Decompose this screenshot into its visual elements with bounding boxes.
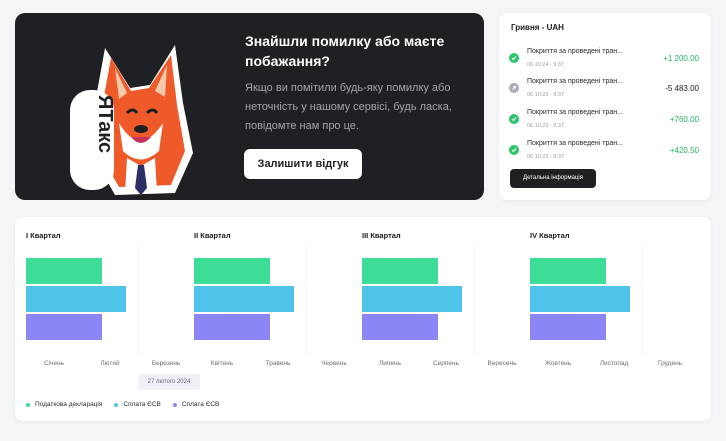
month-label: Жовтень [545,360,572,367]
month-label: Березень [152,360,181,367]
legend-label: Податкова декларація [35,401,103,408]
legend-dot [114,402,119,407]
chart-bar [530,258,606,284]
transactions-card: Гривня - UAH Покриття за проведені тран.… [499,13,711,200]
details-button[interactable]: Детальна інформація [510,169,596,188]
transaction-date: 06.10.23 - 9:37 [527,92,565,98]
month-label: Квітень [211,359,234,367]
check-icon [509,145,519,155]
month-label: Січень [44,359,65,367]
transaction-row[interactable]: Покриття за проведені тран... 06.10.24 -… [509,46,699,72]
month-label: Червень [321,360,347,367]
legend-item: Сплата ЄСВ [172,401,220,408]
chart-bar [362,286,462,312]
chart-bar [530,314,606,340]
chart-bar [26,314,102,340]
chart-bar [26,286,126,312]
date-badge: 27 лютого 2024 [138,374,200,390]
month-label: Липень [379,360,402,367]
month-label: Серпень [433,360,460,367]
quarter-title: I Квартал [26,231,61,240]
month-label: Лютий [100,359,120,367]
quarterly-chart-card: I Квартал Січень Лютий Березень II Квартал Кв… [15,217,711,421]
currency-title: Гривня - UAH [511,23,564,32]
sticker-text: ЯТакс [94,95,116,153]
quarter-title: IV Квартал [530,231,570,240]
month-label: Листопад [600,360,629,367]
leave-feedback-button[interactable]: Залишити відгук [244,149,362,179]
chart-bar [530,286,630,312]
transaction-row[interactable]: Покриття за проведені тран... 06.10.23 -… [509,107,699,133]
month-label: Грудень [658,360,683,367]
transaction-row[interactable]: Покриття за проведені тран... 06.10.23 -… [509,76,699,102]
arrow-icon [509,83,519,93]
banner-description: Якщо ви помітили будь-яку помилку або не… [245,82,452,132]
transaction-amount: +1 200.00 [663,54,699,63]
feedback-banner: ЯТакс Знайшли помилку або маєте побажанн… [15,13,484,200]
legend-item: Податкова декларація [26,401,102,408]
check-icon [509,53,519,63]
chart-bar [194,258,270,284]
chart-legend: Податкова декларація Сплата ЄСВ Сплата Є… [26,401,219,408]
chart-bar [194,314,270,340]
quarter-title: II Квартал [194,231,231,240]
transaction-name: Покриття за проведені тран... [527,78,623,85]
quarter-title: III Квартал [362,231,401,240]
transaction-name: Покриття за проведені тран... [527,109,623,116]
transaction-amount: +420.50 [669,146,699,155]
legend-label: Сплата ЄСВ [123,401,161,408]
legend-dot [172,402,177,407]
chart-bar [362,314,438,340]
legend-item: Сплата ЄСВ [114,401,161,408]
sticker-text-badge: ЯТакс [70,90,116,190]
quarterly-bar-chart: I Квартал Січень Лютий Березень II Квартал Кв… [26,231,683,367]
month-label: Вересень [487,360,517,367]
transaction-date: 06.10.23 - 9:37 [527,123,565,129]
check-icon [509,114,519,124]
chart-bar [194,286,294,312]
chart-bar [362,258,438,284]
transaction-amount: -5 483.00 [665,84,699,93]
banner-title: Знайшли помилку або маєте побажання? [245,33,445,69]
legend-label: Сплата ЄСВ [181,401,220,408]
transaction-date: 06.10.24 - 9:37 [527,62,565,68]
transaction-name: Покриття за проведені тран... [527,140,623,147]
transaction-row[interactable]: Покриття за проведені тран... 06.10.23 -… [509,138,699,164]
transaction-amount: +760.00 [669,115,699,124]
chart-bar [26,258,102,284]
month-label: Травень [266,360,291,367]
transaction-name: Покриття за проведені тран... [527,48,623,55]
legend-dot [26,402,30,407]
transaction-date: 06.10.23 - 9:37 [527,154,565,160]
